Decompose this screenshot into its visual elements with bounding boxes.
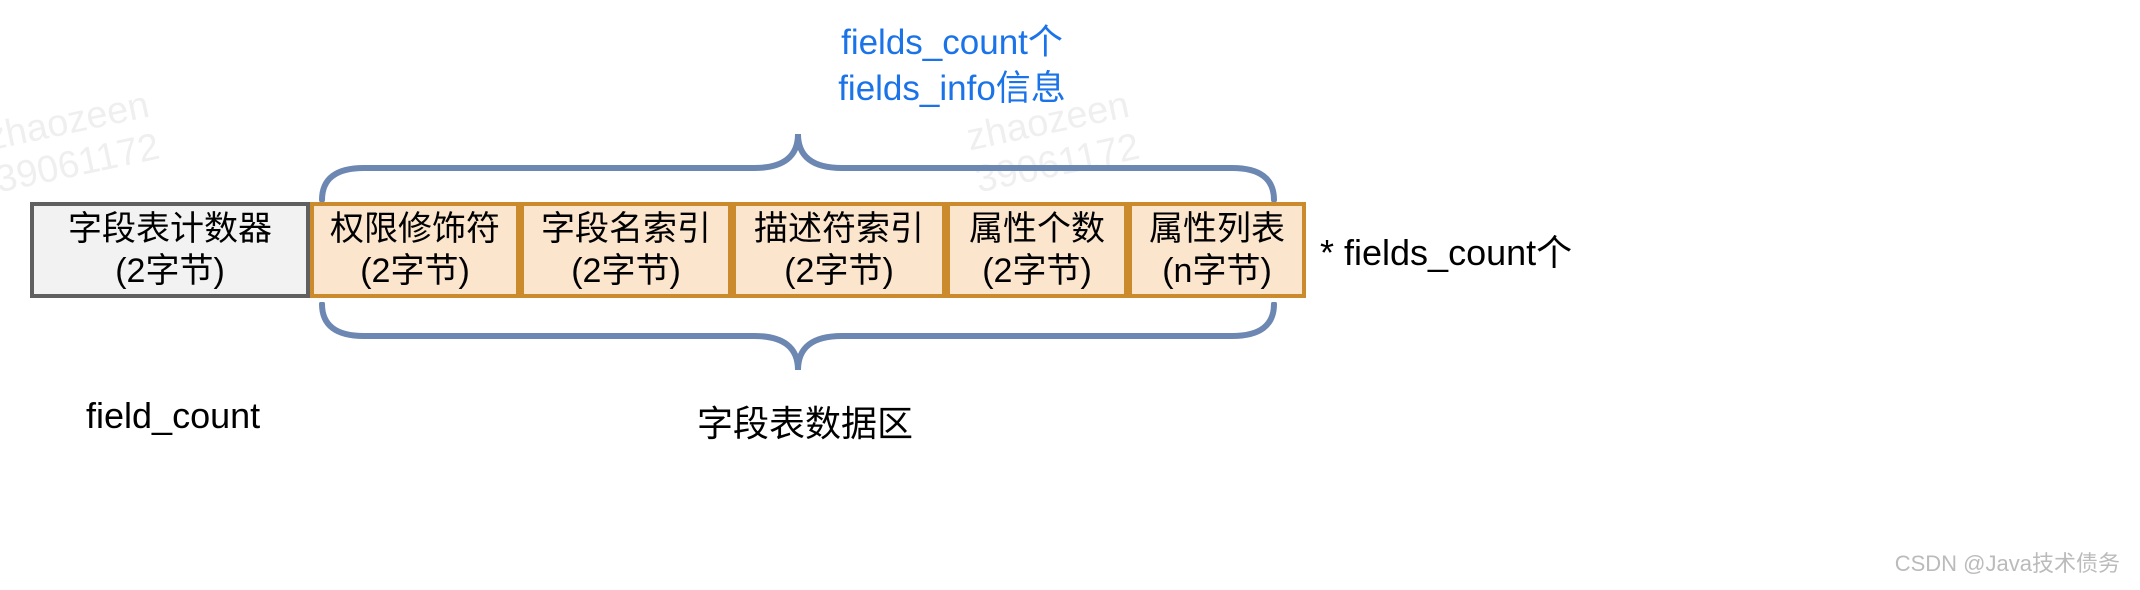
box-title: 属性列表 [1149, 208, 1285, 251]
box-attributes-list: 属性列表 (n字节) [1128, 202, 1306, 298]
box-size: (2字节) [360, 250, 470, 293]
field-table-row: 字段表计数器 (2字节) 权限修饰符 (2字节) 字段名索引 (2字节) 描述符… [30, 202, 1572, 298]
box-size: (2字节) [982, 250, 1092, 293]
box-field-counter: 字段表计数器 (2字节) [30, 202, 310, 298]
box-descriptor-index: 描述符索引 (2字节) [732, 202, 946, 298]
top-brace [314, 128, 1282, 202]
box-title: 字段名索引 [541, 208, 711, 251]
label-field-count: field_count [86, 395, 260, 437]
box-name-index: 字段名索引 (2字节) [520, 202, 732, 298]
top-annotation: fields_count个 fields_info信息 [612, 20, 1292, 111]
box-title: 权限修饰符 [330, 208, 500, 251]
box-size: (2字节) [115, 250, 225, 293]
box-access-flags: 权限修饰符 (2字节) [310, 202, 520, 298]
watermark-name: zhaozeen [0, 84, 154, 161]
box-size: (2字节) [571, 250, 681, 293]
box-title: 属性个数 [969, 208, 1105, 251]
bottom-brace [314, 302, 1282, 376]
top-annotation-line1: fields_count个 [612, 20, 1292, 66]
multiplier-label: * fields_count个 [1320, 224, 1572, 276]
box-title: 字段表计数器 [68, 208, 272, 251]
box-size: (n字节) [1162, 250, 1272, 293]
label-data-area: 字段表数据区 [620, 395, 990, 447]
attribution: CSDN @Java技术债务 [1895, 546, 2120, 578]
top-annotation-line2: fields_info信息 [612, 66, 1292, 112]
watermark-1: zhaozeen 39061172 [0, 84, 163, 203]
box-title: 描述符索引 [754, 208, 924, 251]
watermark-number: 39061172 [0, 126, 163, 203]
box-size: (2字节) [784, 250, 894, 293]
box-attributes-count: 属性个数 (2字节) [946, 202, 1128, 298]
